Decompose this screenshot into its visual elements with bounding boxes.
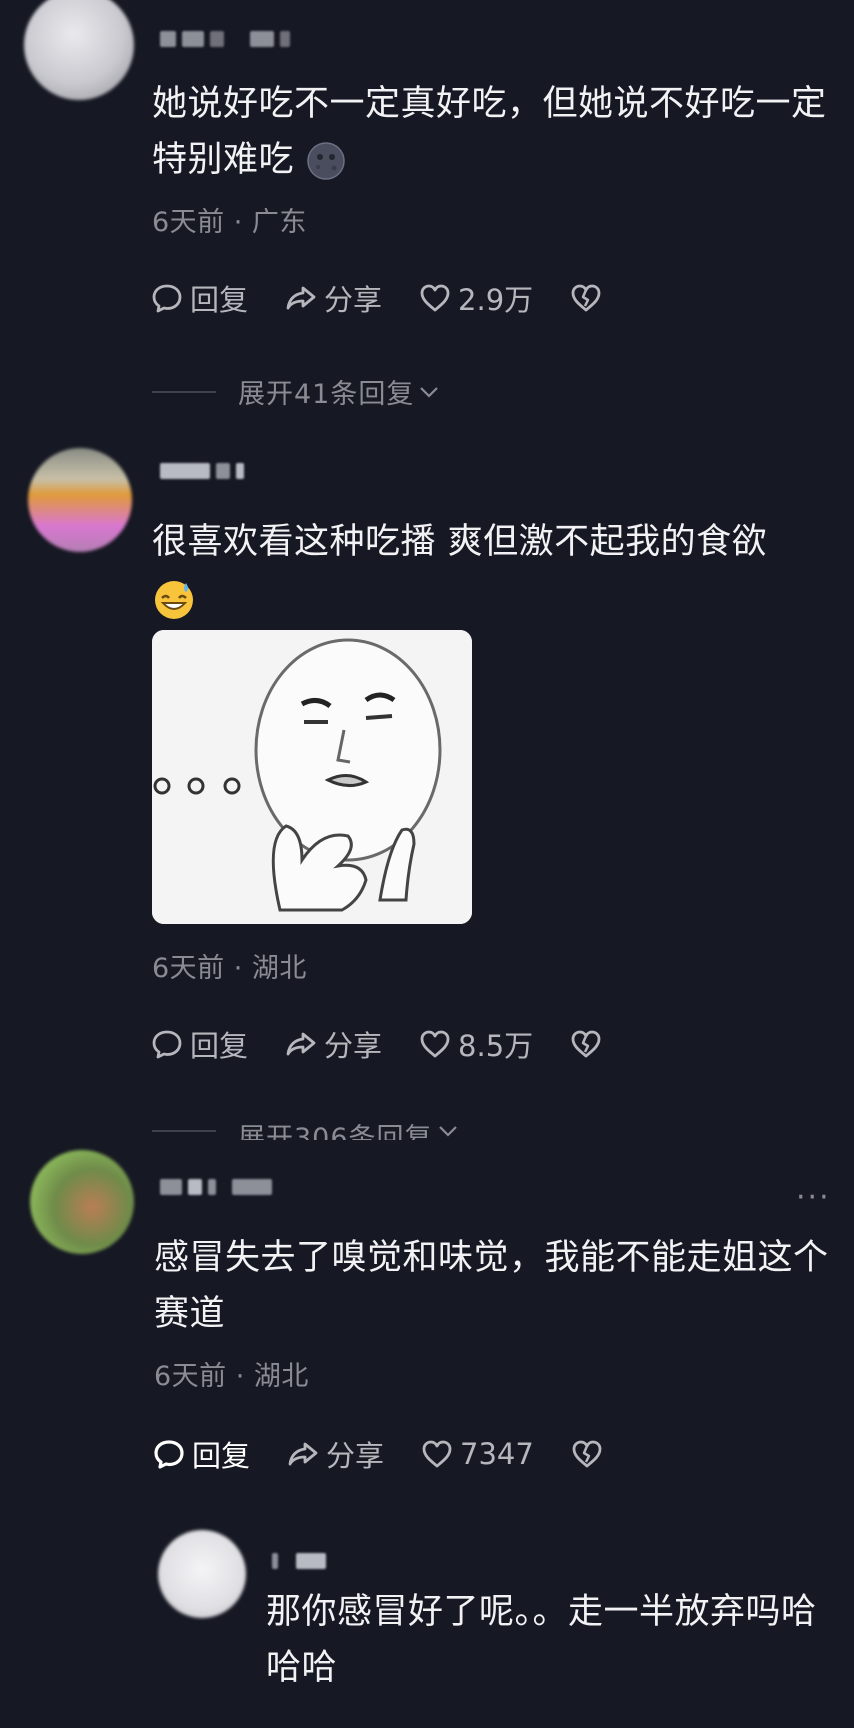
sticker-image (152, 630, 472, 924)
username-blurred[interactable] (160, 30, 290, 48)
share-button[interactable]: 分享 (286, 1433, 384, 1475)
reply-item: 那你感冒好了呢。。走一半放弃吗哈 哈哈 (0, 1530, 854, 1728)
comment-text: 很喜欢看这种吃播 爽但激不起我的食欲 (152, 514, 767, 626)
reply-text-line: 哈哈 (266, 1648, 338, 1688)
reply-label: 回复 (192, 1439, 251, 1473)
comment-bubble-icon (154, 1440, 184, 1469)
comment-item: 很喜欢看这种吃播 爽但激不起我的食欲 6天前 · 湖北 回复 分享 8.5万 展… (0, 440, 854, 1140)
like-count: 8.5万 (458, 1029, 534, 1063)
like-count: 2.9万 (458, 283, 534, 317)
like-button[interactable]: 7347 (420, 1437, 534, 1471)
heart-icon (422, 1440, 452, 1468)
reply-button[interactable]: 回复 (152, 1433, 250, 1475)
share-button[interactable]: 分享 (284, 1023, 382, 1065)
reply-button[interactable]: 回复 (150, 1023, 248, 1065)
share-arrow-icon (286, 286, 316, 310)
comment-actions: 回复 分享 8.5万 (150, 1024, 639, 1064)
username-blurred[interactable] (272, 1552, 326, 1570)
dislike-button[interactable] (569, 1027, 603, 1061)
comment-actions: 回复 分享 7347 (152, 1434, 640, 1474)
comment-text-line: 感冒失去了嗅觉和味觉，我能不能走姐这个 (154, 1238, 829, 1278)
comment-bubble-icon (152, 284, 182, 313)
comment-actions: 回复 分享 2.9万 (150, 278, 639, 318)
expand-replies-button[interactable]: 展开41条回复 (152, 372, 440, 411)
comment-time-location: 6天前 · 湖北 (152, 953, 307, 984)
share-label: 分享 (324, 1029, 383, 1063)
reply-button[interactable]: 回复 (150, 277, 248, 319)
chevron-down-icon (420, 386, 439, 398)
like-button[interactable]: 8.5万 (418, 1023, 533, 1065)
comment-text: 她说好吃不一定真好吃，但她说不好吃一定 特别难吃 (152, 76, 827, 188)
expand-replies-button[interactable]: 展开306条回复 (152, 1116, 459, 1140)
like-button[interactable]: 2.9万 (418, 277, 533, 319)
comment-text-line: 特别难吃 (152, 140, 295, 180)
share-button[interactable]: 分享 (284, 277, 382, 319)
comment-time-location: 6天前 · 广东 (152, 207, 307, 238)
comment-item: 她说好吃不一定真好吃，但她说不好吃一定 特别难吃 6天前 · 广东 回复 分享 … (0, 0, 854, 410)
reply-label: 回复 (190, 283, 249, 317)
broken-heart-icon (572, 1440, 602, 1468)
heart-icon (420, 1030, 450, 1058)
thinking-face-meme-sticker[interactable] (152, 630, 472, 924)
more-options-button[interactable]: ··· (796, 1180, 831, 1215)
avatar[interactable] (24, 0, 134, 100)
comment-text-line-wrap (152, 570, 767, 626)
reply-text-line: 那你感冒好了呢。。走一半放弃吗哈 (266, 1592, 817, 1632)
share-label: 分享 (324, 283, 383, 317)
dislike-button[interactable] (569, 281, 603, 315)
comment-text-line: 很喜欢看这种吃播 爽但激不起我的食欲 (152, 522, 768, 562)
like-count: 7347 (460, 1437, 534, 1471)
reply-label: 回复 (190, 1029, 249, 1063)
dislike-button[interactable] (570, 1437, 604, 1471)
divider-line (152, 390, 216, 393)
moon-face-emoji (306, 142, 345, 180)
expand-replies-label: 展开41条回复 (238, 379, 415, 410)
comment-text-line: 她说好吃不一定真好吃，但她说不好吃一定 (152, 84, 827, 124)
share-arrow-icon (288, 1442, 318, 1466)
share-label: 分享 (326, 1439, 385, 1473)
comment-item: ··· 感冒失去了嗅觉和味觉，我能不能走姐这个 赛道 6天前 · 湖北 回复 分… (0, 1150, 854, 1728)
avatar[interactable] (30, 1150, 134, 1254)
avatar[interactable] (28, 448, 132, 552)
username-blurred[interactable] (160, 462, 244, 480)
broken-heart-icon (571, 284, 601, 312)
chevron-down-icon (438, 1126, 457, 1137)
broken-heart-icon (571, 1030, 601, 1058)
comment-bubble-icon (152, 1030, 182, 1059)
username-blurred[interactable] (160, 1178, 272, 1196)
comment-time-location: 6天前 · 湖北 (154, 1361, 309, 1392)
share-arrow-icon (286, 1032, 316, 1056)
reply-text: 那你感冒好了呢。。走一半放弃吗哈 哈哈 (266, 1584, 817, 1696)
divider-line (152, 1130, 216, 1132)
expand-replies-label: 展开306条回复 (238, 1123, 433, 1140)
heart-icon (420, 284, 450, 312)
comment-text-line-wrap: 特别难吃 (152, 132, 827, 188)
avatar[interactable] (158, 1530, 246, 1618)
comment-text: 感冒失去了嗅觉和味觉，我能不能走姐这个 赛道 (154, 1230, 829, 1342)
comment-text-line: 赛道 (154, 1294, 226, 1334)
grinning-sweat-emoji (155, 581, 193, 619)
